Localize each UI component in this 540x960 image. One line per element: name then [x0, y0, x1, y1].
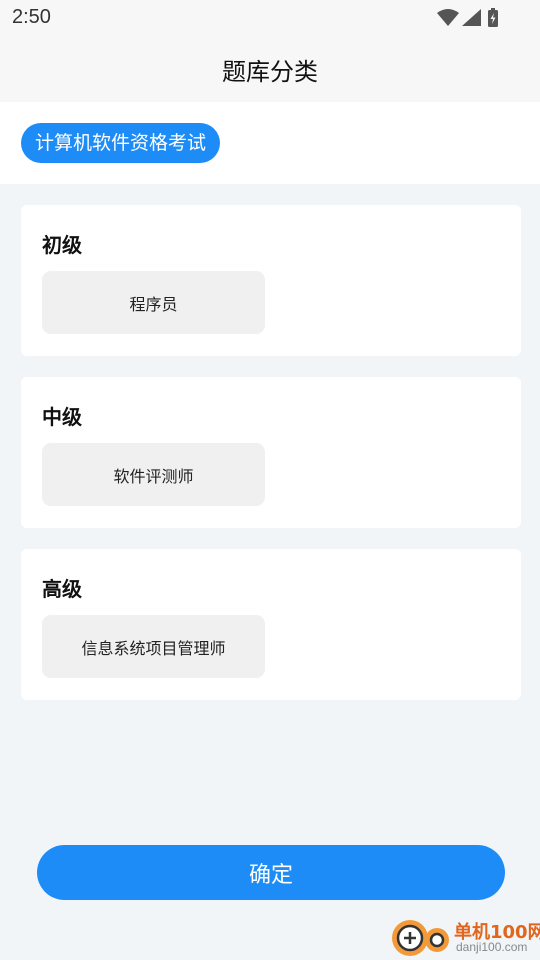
option-tile-software-tester[interactable]: 软件评测师 — [42, 443, 265, 506]
exam-category-strip: 计算机软件资格考试 — [0, 102, 540, 184]
status-bar: 2:50 — [0, 0, 540, 36]
status-icons — [437, 8, 498, 27]
status-time: 2:50 — [12, 6, 51, 28]
exam-category-chip[interactable]: 计算机软件资格考试 — [21, 123, 221, 163]
confirm-button[interactable]: 确定 — [37, 845, 505, 900]
option-tile-project-manager[interactable]: 信息系统项目管理师 — [42, 615, 265, 678]
option-tile-programmer[interactable]: 程序员 — [42, 271, 265, 334]
wifi-icon — [437, 9, 459, 26]
level-title: 中级 — [42, 405, 82, 429]
level-title: 高级 — [42, 577, 82, 601]
page-title: 题库分类 — [222, 58, 318, 86]
level-card-senior: 高级 信息系统项目管理师 — [21, 549, 521, 700]
level-card-junior: 初级 程序员 — [21, 205, 521, 356]
battery-icon — [488, 8, 498, 27]
signal-icon — [462, 9, 481, 26]
level-title: 初级 — [42, 233, 82, 257]
watermark: 单机100网 danji100.com — [388, 916, 540, 958]
watermark-site: danji100.com — [456, 940, 528, 954]
watermark-logo-icon — [392, 920, 449, 956]
header: 题库分类 — [0, 36, 540, 102]
level-card-intermediate: 中级 软件评测师 — [21, 377, 521, 528]
